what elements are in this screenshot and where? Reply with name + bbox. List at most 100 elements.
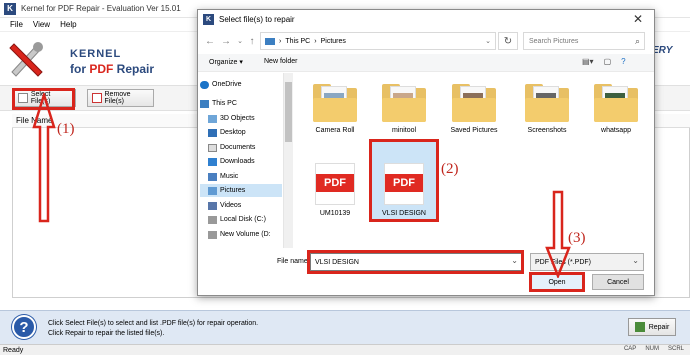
nav-desktop[interactable]: Desktop — [200, 126, 282, 139]
status-cap: CAP — [623, 346, 637, 352]
recent-chevron-icon[interactable]: ⌄ — [234, 34, 246, 48]
search-input[interactable]: Search Pictures ⌕ — [523, 32, 645, 50]
annotation-step-3: (3) — [568, 230, 586, 246]
nav-label: OneDrive — [212, 81, 242, 88]
address-sep: › — [314, 37, 317, 45]
nav-label: This PC — [212, 100, 237, 107]
nav-local-disk-c[interactable]: Local Disk (C:) — [200, 213, 282, 226]
help-icon: ? — [12, 315, 36, 339]
nav-label: Documents — [220, 144, 256, 151]
status-bar: Ready CAP NUM SCRL — [0, 344, 690, 355]
forward-arrow-icon[interactable]: → — [220, 34, 232, 48]
folder-icon — [313, 84, 357, 122]
desktop-icon — [208, 128, 217, 137]
annotation-arrow-up — [32, 93, 56, 223]
documents-icon — [208, 143, 217, 152]
cancel-button[interactable]: Cancel — [592, 274, 644, 290]
app-title: Kernel for PDF Repair - Evaluation Ver 1… — [21, 4, 181, 13]
folder-saved-pictures[interactable]: Saved Pictures — [443, 76, 505, 146]
status-num: NUM — [645, 346, 659, 352]
remove-files-icon — [92, 93, 102, 103]
pdf-badge: PDF — [316, 174, 354, 192]
close-icon[interactable]: ✕ — [633, 12, 643, 26]
breadcrumb-this-pc[interactable]: This PC — [285, 38, 310, 45]
brand-product-pdf: PDF — [89, 62, 114, 76]
address-dropdown-icon[interactable]: ⌄ — [485, 37, 491, 45]
pictures-icon — [208, 186, 217, 195]
folder-icon — [382, 84, 426, 122]
status-keys: CAP NUM SCRL — [622, 346, 686, 352]
nav-downloads[interactable]: Downloads — [200, 155, 282, 168]
nav-videos[interactable]: Videos — [200, 199, 282, 212]
disk-icon — [208, 230, 217, 239]
menu-view[interactable]: View — [33, 20, 50, 29]
repair-button[interactable]: Repair — [628, 318, 676, 336]
videos-icon — [208, 201, 217, 210]
search-icon: ⌕ — [634, 36, 640, 46]
organize-menu[interactable]: Organize ▾ — [209, 58, 243, 66]
remove-files-button[interactable]: Remove File(s) — [87, 89, 154, 107]
folder-minitool[interactable]: minitool — [373, 76, 435, 146]
remove-files-label: Remove File(s) — [104, 91, 131, 105]
address-bar[interactable]: › This PC › Pictures ⌄ — [260, 32, 496, 50]
new-folder-button[interactable]: New folder — [264, 58, 297, 65]
folder-screenshots[interactable]: Screenshots — [516, 76, 578, 146]
nav-scrollbar-thumb[interactable] — [285, 82, 292, 142]
menu-file[interactable]: File — [10, 20, 23, 29]
menu-help[interactable]: Help — [60, 20, 76, 29]
annotation-box-file — [369, 139, 439, 222]
dialog-title: Select file(s) to repair — [219, 14, 295, 24]
brand-product: for PDF Repair — [70, 62, 154, 76]
help-text-repair: Click Repair to repair the listed file(s… — [48, 330, 165, 337]
cloud-icon — [200, 80, 209, 89]
annotation-box-filename — [307, 250, 524, 274]
nav-music[interactable]: Music — [200, 170, 282, 183]
tile-label: Camera Roll — [315, 127, 355, 134]
file-name-label: File name: — [277, 258, 310, 265]
tile-label: UM10139 — [319, 210, 351, 217]
help-text-select: Click Select File(s) to select and list … — [48, 320, 259, 327]
back-arrow-icon[interactable]: ← — [204, 34, 216, 48]
nav-label: Desktop — [220, 129, 246, 136]
nav-3d-objects[interactable]: 3D Objects — [200, 112, 282, 125]
nav-this-pc[interactable]: This PC — [200, 97, 282, 110]
annotation-step-2: (2) — [441, 161, 459, 177]
nav-documents[interactable]: Documents — [200, 141, 282, 154]
change-view-icon[interactable]: ▤▾ — [582, 57, 594, 66]
brand-name: KERNEL — [70, 48, 122, 60]
chevron-down-icon[interactable]: ⌄ — [632, 256, 639, 265]
view-options: ▤▾ ▢ ? — [582, 57, 626, 66]
preview-pane-icon[interactable]: ▢ — [604, 57, 612, 66]
music-icon — [208, 172, 217, 181]
tile-label: Saved Pictures — [450, 127, 498, 134]
nav-label: 3D Objects — [220, 115, 255, 122]
address-sep: › — [279, 37, 282, 45]
annotation-box-open — [529, 272, 585, 292]
dialog-app-icon: K — [203, 13, 214, 25]
help-question-icon[interactable]: ? — [621, 57, 625, 66]
nav-new-volume-d[interactable]: New Volume (D: — [200, 228, 282, 241]
file-um10139[interactable]: PDF UM10139 — [304, 155, 366, 225]
help-panel — [0, 310, 690, 344]
nav-label: New Volume (D: — [220, 231, 271, 238]
nav-label: Music — [220, 173, 239, 180]
nav-onedrive[interactable]: OneDrive — [200, 78, 282, 91]
disk-icon — [208, 215, 217, 224]
cube-icon — [208, 114, 217, 123]
tile-label: Screenshots — [527, 127, 567, 134]
refresh-icon[interactable]: ↻ — [498, 32, 518, 50]
folder-camera-roll[interactable]: Camera Roll — [304, 76, 366, 146]
breadcrumb-pictures[interactable]: Pictures — [321, 38, 346, 45]
folder-whatsapp[interactable]: whatsapp — [585, 76, 647, 146]
tile-label: minitool — [391, 127, 417, 134]
status-scrl: SCRL — [667, 346, 684, 352]
nav-pictures[interactable]: Pictures — [200, 184, 282, 197]
nav-label: Videos — [220, 202, 242, 209]
annotation-step-1: (1) — [57, 121, 75, 137]
brand-product-suffix: Repair — [113, 62, 155, 76]
up-arrow-icon[interactable]: ↑ — [246, 34, 258, 48]
dialog-titlebar: K Select file(s) to repair ✕ — [197, 9, 655, 29]
brand-tools-icon — [9, 42, 43, 77]
brand-product-prefix: for — [70, 62, 90, 76]
right-logo-fragment: ERY — [652, 45, 673, 56]
